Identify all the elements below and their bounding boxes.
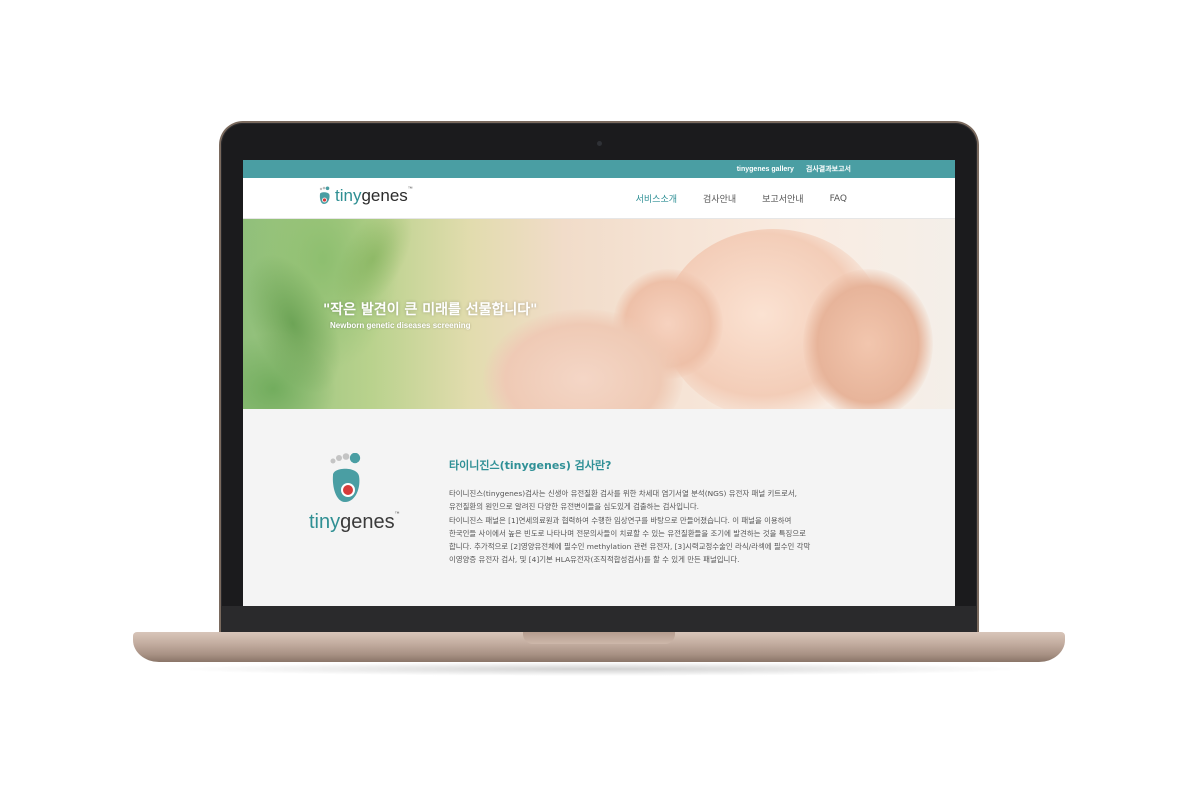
intro-title: 타이니진스(tinygenes) 검사란? [449, 459, 612, 472]
site-logo[interactable]: tinygenes™ [317, 186, 413, 206]
laptop-shadow [170, 662, 1030, 676]
camera-dot [597, 141, 602, 146]
hero-title: "작은 발견이 큰 미래를 선물합니다" [323, 302, 538, 318]
hero-subtitle: Newborn genetic diseases screening [330, 321, 471, 330]
main-nav: 서비스소개 검사안내 보고서안내 FAQ [636, 178, 847, 219]
logo-wordmark: tinygenes™ [335, 186, 413, 205]
intro-line: 이영양증 유전자 검사, 및 [4]기본 HLA유전자(조직적합성검사)를 할 … [449, 555, 740, 565]
footprint-logo-icon [330, 453, 361, 502]
laptop-screen: tinygenes gallery 검사결과보고서 tinygenes™ 서비스… [243, 160, 955, 606]
parent-hand-shape [803, 269, 933, 409]
nav-faq[interactable]: FAQ [830, 194, 847, 204]
hero-banner: "작은 발견이 큰 미래를 선물합니다" Newborn genetic dis… [243, 219, 955, 409]
report-link[interactable]: 검사결과보고서 [806, 164, 851, 174]
intro-section: tinygenes™ 타이니진스(tinygenes) 검사란? 타이니진스(t… [243, 409, 955, 606]
nav-test-guide[interactable]: 검사안내 [703, 192, 736, 205]
footprint-logo-icon [319, 186, 330, 204]
site-header: tinygenes™ 서비스소개 검사안내 보고서안내 FAQ [243, 178, 955, 219]
nav-report-guide[interactable]: 보고서안내 [762, 192, 803, 205]
nav-service-intro[interactable]: 서비스소개 [636, 192, 677, 205]
utility-bar: tinygenes gallery 검사결과보고서 [243, 160, 955, 178]
intro-line: 한국인들 사이에서 높은 빈도로 나타나며 전문의사들이 치료할 수 있는 유전… [449, 528, 806, 538]
intro-line: 타이니진스 패널은 [1]연세의료원과 협력하여 수행한 임상연구를 바탕으로 … [449, 515, 792, 525]
screen-bezel-bottom [221, 606, 977, 635]
intro-line: 타이니진스(tinygenes)검사는 신생아 유전질환 검사를 위한 차세대 … [449, 489, 798, 498]
intro-logo-wordmark: tinygenes™ [309, 511, 400, 533]
intro-line: 유전질환의 원인으로 알려진 다양한 유전변이들을 심도있게 검출하는 검사입니… [449, 502, 699, 512]
laptop-base-notch [523, 632, 675, 644]
intro-body: 타이니진스(tinygenes)검사는 신생아 유전질환 검사를 위한 차세대 … [449, 487, 869, 567]
gallery-link[interactable]: tinygenes gallery [737, 166, 794, 173]
intro-line: 합니다. 추가적으로 [2]영양유전체에 필수인 methylation 관련 … [449, 542, 811, 552]
